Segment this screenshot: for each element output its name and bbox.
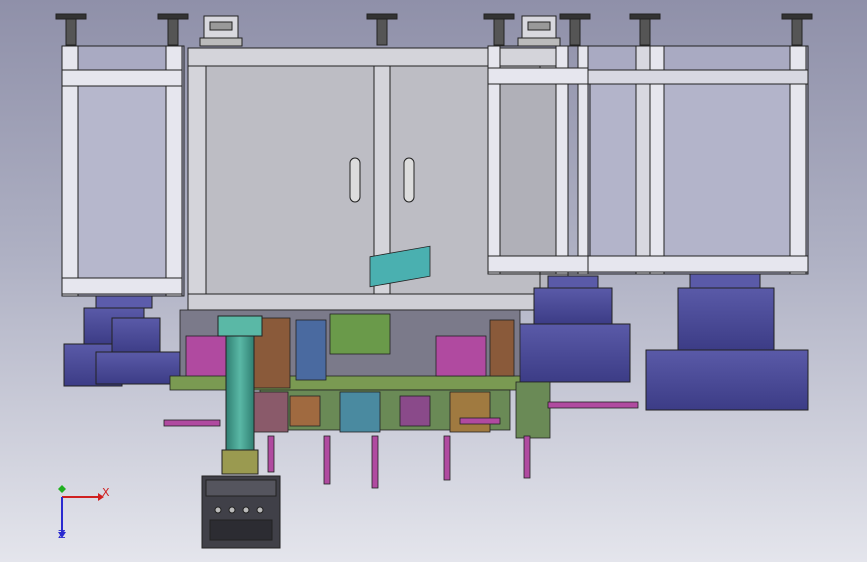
leveling-foot-icon <box>559 13 591 46</box>
lifting-eye-icon <box>517 15 561 47</box>
right-frame-rear <box>587 45 809 275</box>
cad-viewport[interactable]: X Z <box>0 0 867 562</box>
leveling-foot-icon <box>55 13 87 46</box>
left-motor-unit <box>63 295 181 387</box>
leveling-foot-icon <box>157 13 189 46</box>
left-frame <box>61 45 185 297</box>
machine-assembly-drawing <box>55 13 813 549</box>
cabinet-handle-icon <box>349 157 361 203</box>
leveling-foot-icon <box>629 13 661 46</box>
axis-x-label: X <box>102 486 110 499</box>
lifting-eye-icon <box>199 15 243 47</box>
cabinet-handle-icon <box>403 157 415 203</box>
leveling-foot-icon <box>483 13 515 46</box>
control-box <box>201 475 281 549</box>
leveling-feet <box>55 13 813 46</box>
right-motor-unit-2 <box>645 273 809 411</box>
leveling-foot-icon <box>781 13 813 46</box>
leveling-foot-icon <box>366 13 398 46</box>
axis-y-marker <box>58 485 66 493</box>
right-frame-front <box>487 45 589 275</box>
axis-z-label: Z <box>58 528 66 541</box>
